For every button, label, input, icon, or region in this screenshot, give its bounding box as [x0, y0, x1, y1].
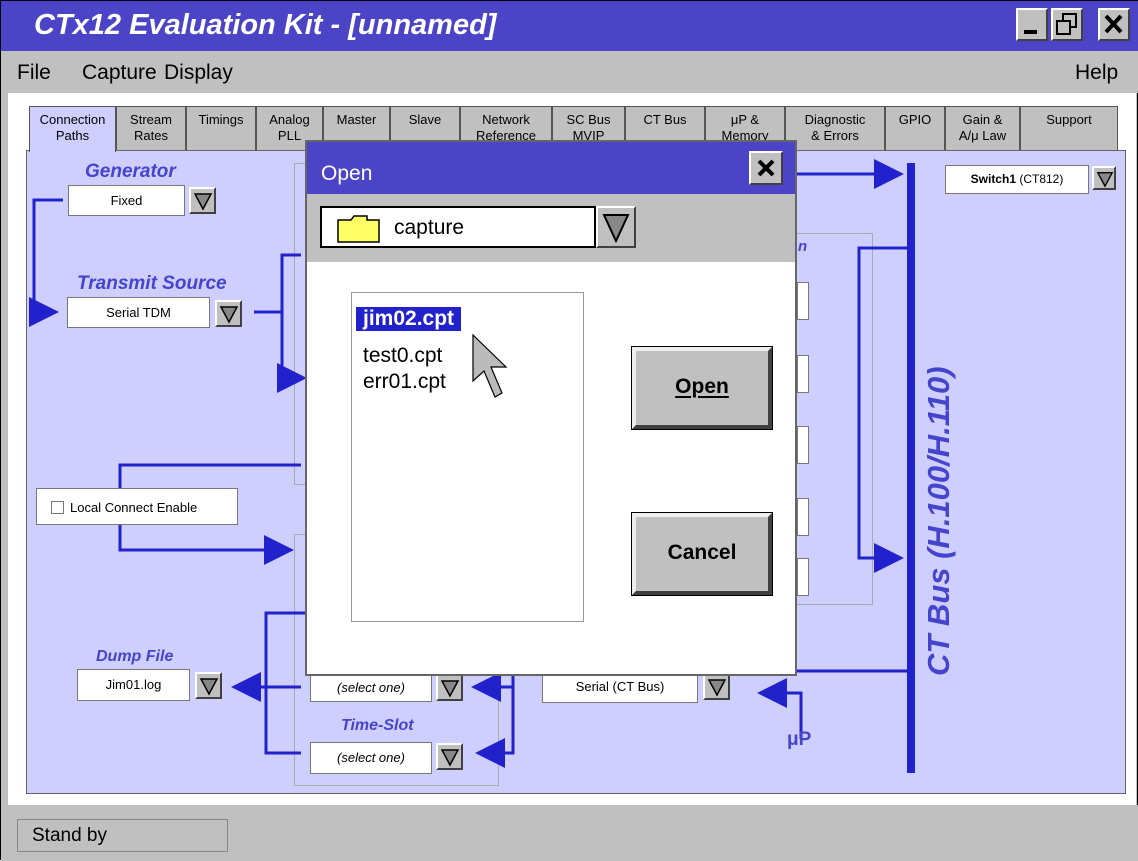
partial-control [797, 355, 809, 393]
select-field[interactable]: (select one) [310, 674, 432, 702]
generator-dropdown-button[interactable] [189, 187, 216, 214]
ct-bus-label: CT Bus (H.100/H.110) [921, 366, 956, 676]
partial-control [797, 426, 809, 464]
switch-field[interactable]: Switch1 (CT812) [945, 165, 1089, 194]
folder-select[interactable]: capture [320, 206, 596, 248]
folder-icon [337, 215, 380, 243]
folder-name: capture [394, 216, 465, 239]
local-connect-label: Local Connect Enable [70, 500, 198, 515]
local-connect-checkbox[interactable]: Local Connect Enable [36, 488, 238, 525]
transmit-source-label: Transmit Source [77, 273, 227, 294]
transmit-source-dropdown-button[interactable] [215, 300, 242, 327]
serial-ct-bus-dropdown-button[interactable] [703, 673, 730, 700]
file-list[interactable]: jim02.cpt test0.cpt err01.cpt [351, 292, 584, 622]
time-slot-field[interactable]: (select one) [310, 742, 432, 774]
dropdown-arrow-icon [440, 749, 460, 767]
file-item-selected[interactable]: jim02.cpt [356, 307, 462, 331]
folder-bar: capture [307, 194, 795, 262]
partial-label: n [798, 238, 808, 255]
mouse-cursor-icon [472, 333, 508, 398]
dialog-close-button[interactable] [749, 151, 783, 185]
dropdown-arrow-icon [602, 214, 630, 243]
file-item[interactable]: test0.cpt [356, 344, 449, 368]
dropdown-arrow-icon [707, 679, 727, 697]
select-dropdown-button[interactable] [436, 674, 463, 701]
dialog-title-bar[interactable]: Open [307, 142, 795, 194]
open-dialog: Open capture jim02.cpt test0.cpt err01.c… [305, 140, 797, 676]
partial-control [797, 498, 809, 536]
dropdown-arrow-icon [193, 193, 213, 211]
status-bar: Stand by [1, 805, 1138, 861]
dump-file-field[interactable]: Jim01.log [77, 669, 190, 701]
dropdown-arrow-icon [1096, 172, 1114, 188]
dump-file-dropdown-button[interactable] [195, 672, 222, 699]
up-label: μP [787, 729, 812, 750]
time-slot-dropdown-button[interactable] [436, 743, 463, 770]
app-window: CTx12 Evaluation Kit - [unnamed] File Ca… [0, 0, 1138, 861]
file-item[interactable]: err01.cpt [356, 370, 453, 394]
dialog-title: Open [321, 162, 373, 185]
status-text: Stand by [17, 819, 228, 852]
generator-label: Generator [85, 161, 176, 182]
switch-model: (CT812) [1019, 172, 1064, 186]
folder-dropdown-button[interactable] [596, 206, 636, 248]
dropdown-arrow-icon [219, 306, 239, 324]
cancel-button-label: Cancel [667, 541, 737, 564]
generator-field[interactable]: Fixed [68, 185, 185, 216]
transmit-source-field[interactable]: Serial TDM [67, 297, 210, 328]
checkbox-icon [51, 501, 64, 514]
cancel-button[interactable]: Cancel [631, 512, 773, 596]
partial-control [797, 558, 809, 596]
switch-name: Switch1 [970, 172, 1016, 186]
dropdown-arrow-icon [440, 680, 460, 698]
time-slot-label: Time-Slot [341, 717, 414, 734]
partial-control [797, 282, 809, 320]
close-icon [757, 159, 775, 177]
dump-file-label: Dump File [96, 648, 174, 665]
switch-dropdown-button[interactable] [1092, 166, 1116, 190]
open-button[interactable]: Open [631, 346, 773, 430]
dropdown-arrow-icon [199, 678, 219, 696]
open-button-label: Open [675, 375, 729, 398]
